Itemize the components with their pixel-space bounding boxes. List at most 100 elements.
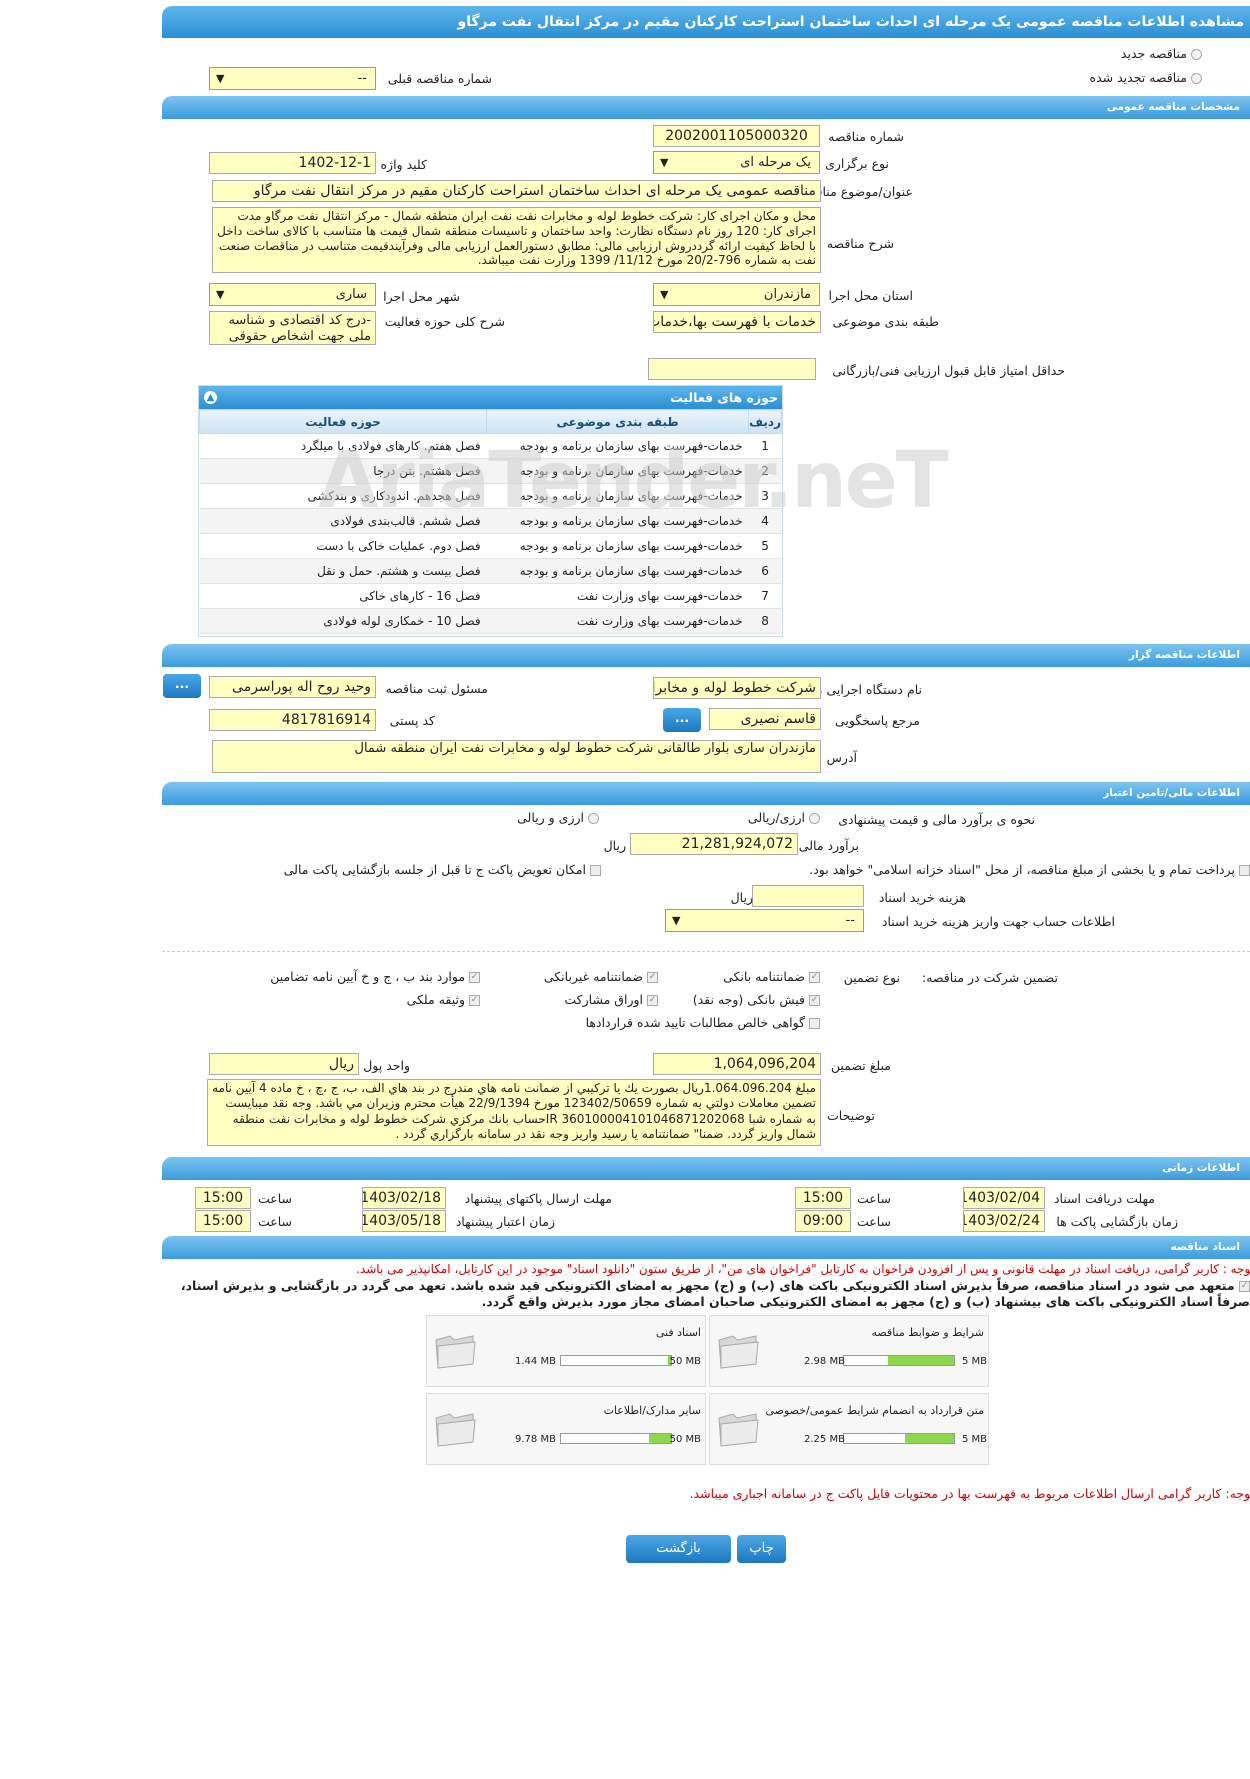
time-label: ساعت [856, 1191, 891, 1206]
swap-checkbox[interactable] [590, 865, 601, 876]
progress-fill [904, 1434, 954, 1443]
keyword-label: کلید واژه [380, 157, 428, 172]
min-score-label: حداقل امتیاز قابل قبول ارزیابی فنی/بازرگ… [832, 363, 1065, 378]
doc-card-technical[interactable]: اسناد فنی 50 MB 1.44 MB [426, 1315, 706, 1387]
max-size: 5 MB [961, 1434, 987, 1445]
guarantee-amount-label: مبلغ تضمین [830, 1058, 891, 1073]
prev-number-select[interactable]: -- ▼ [209, 67, 376, 90]
finance-section-header: اطلاعات مالی/تامین اعتبار [162, 782, 1250, 805]
used-size: 2.98 MB [804, 1356, 845, 1367]
address-label: آدرس [826, 750, 857, 765]
city-label: شهر محل اجرا [383, 289, 460, 304]
method-radio-1[interactable] [809, 813, 820, 824]
collapse-icon[interactable]: ▲ [204, 391, 217, 404]
prev-number-label: شماره مناقصه قبلی [387, 71, 492, 86]
chevron-down-icon: ▼ [216, 288, 225, 301]
checkbox-icon: ✓ [469, 995, 480, 1006]
method-option-2[interactable]: ارزی و ریالی [517, 810, 599, 825]
commitment: ✓ متعهد می شود در اسناد مناقصه، صرفاً بذ… [180, 1278, 1250, 1309]
open-date: 1403/02/24 [963, 1210, 1045, 1232]
doc-card-contract[interactable]: متن قرارداد به انضمام شرایط عمومی/خصوصی … [709, 1393, 989, 1465]
general-section-header: مشخصات مناقصه عمومی [162, 96, 1250, 119]
checkbox-icon: ✓ [647, 995, 658, 1006]
estimate-field: 21,281,924,072 [630, 833, 798, 855]
chevron-down-icon: ▼ [216, 72, 225, 85]
doc-cost-field [752, 885, 864, 907]
postal-label: کد پستی [389, 713, 435, 728]
org-field: شرکت خطوط لوله و مخابرات [653, 677, 821, 699]
registrar-label: مسئول ثبت مناقصه [385, 681, 488, 696]
guarantee-claims: گواهی خالص مطالبات تایید شده قراردادها [586, 1015, 820, 1030]
checkbox-icon: ✓ [809, 972, 820, 983]
guarantee-amount-field: 1,064,096,204 [653, 1053, 821, 1075]
new-tender-radio[interactable] [1191, 49, 1202, 60]
guarantee-unit-label: واحد پول [363, 1058, 410, 1073]
doc-card-other[interactable]: سایر مدارک/اطلاعات 50 MB 9.78 MB [426, 1393, 706, 1465]
upload-progress [560, 1433, 672, 1444]
checkbox-icon: ✓ [809, 995, 820, 1006]
guarantee-unit-field: ریال [209, 1053, 359, 1075]
doc-receive-label: مهلت دریافت اسناد [1053, 1191, 1155, 1206]
checkbox-icon [809, 1018, 820, 1029]
renewed-tender-option[interactable]: مناقصه تجدید شده [1090, 70, 1202, 85]
print-button[interactable]: چاپ [737, 1535, 786, 1563]
category-field: خدمات با فهرست بها،خدمات [653, 311, 821, 333]
row-activity: فصل دوم. عملیات خاکی با دست [199, 533, 487, 559]
valid-label: زمان اعتبار پیشنهاد [455, 1214, 555, 1229]
folder-icon [718, 1335, 759, 1369]
doc-cost-label: هزینه خرید اسناد [878, 890, 966, 905]
col-activity: حوزه فعالیت [198, 409, 488, 434]
notes-field: مبلغ 1.064.096.204ریال بصورت يك يا تركيب… [207, 1079, 821, 1146]
doc-cost-unit: ریال [730, 890, 753, 905]
open-label: زمان بازگشایی پاکت ها [1056, 1214, 1178, 1229]
checkbox-icon: ✓ [469, 972, 480, 983]
doc-card-title: متن قرارداد به انضمام شرایط عمومی/خصوصی [765, 1404, 984, 1417]
contact-lookup-button[interactable]: ... [663, 708, 701, 732]
category-label: طبقه بندی موضوعی [832, 314, 939, 329]
chevron-down-icon: ▼ [672, 914, 681, 927]
guarantee-nonbank: ✓ ضمانتنامه غیربانکی [543, 969, 658, 984]
activity-desc-field: -درج کد اقتصادی و شناسه ملی جهت اشخاص حق… [209, 311, 376, 345]
registrar-lookup-button[interactable]: ... [163, 674, 201, 698]
doc-card-terms[interactable]: شرایط و ضوابط مناقصه 5 MB 2.98 MB [709, 1315, 989, 1387]
max-size: 5 MB [961, 1356, 987, 1367]
method-radio-2[interactable] [588, 813, 599, 824]
postal-field: 4817816914 [209, 709, 376, 731]
table-row: 5 خدمات-فهرست بهای سازمان برنامه و بودجه ف… [199, 533, 782, 559]
tender-number-label: شماره مناقصه [828, 129, 904, 144]
divider [162, 951, 1250, 952]
activities-panel-header: حوزه های فعالیت ▲ [199, 386, 782, 409]
upload-progress [843, 1355, 955, 1366]
back-button[interactable]: بازگشت [626, 1535, 731, 1563]
swap-option[interactable]: امکان تعویض پاکت ج تا قبل از جلسه بازگشا… [284, 862, 601, 877]
method-option-1[interactable]: ارزی/ریالی [748, 810, 820, 825]
treasury-checkbox[interactable] [1239, 865, 1250, 876]
used-size: 2.25 MB [804, 1434, 845, 1445]
row-activity: فصل 16 - کارهای خاکی [199, 583, 487, 609]
submit-time: 15:00 [195, 1187, 251, 1209]
new-tender-option[interactable]: مناقصه جدید [1121, 46, 1202, 61]
folder-icon [718, 1413, 759, 1447]
row-activity: فصل 10 - خمکاری لوله فولادی [199, 608, 487, 634]
renewed-tender-radio[interactable] [1191, 73, 1202, 84]
col-category: طبقه بندی موضوعی [486, 409, 750, 434]
max-size: 50 MB [669, 1434, 701, 1445]
doc-receive-date: 1403/02/04 [963, 1187, 1045, 1209]
province-select[interactable]: مازندران ▼ [653, 283, 820, 306]
guarantee-cash: ✓ فیش بانکی (وجه نقد) [692, 992, 820, 1007]
row-number: 8 [748, 608, 782, 634]
treasury-option[interactable]: پرداخت تمام و یا بخشی از مبلغ مناقصه، از… [809, 862, 1250, 877]
doc-card-title: سایر مدارک/اطلاعات [603, 1404, 701, 1417]
description-label: شرح مناقصه [826, 236, 894, 251]
account-label: اطلاعات حساب جهت واریز هزینه خرید اسناد [881, 914, 1115, 929]
account-select[interactable]: -- ▼ [665, 909, 864, 932]
estimate-currency: ریال [603, 838, 626, 853]
type-select[interactable]: یک مرحله ای ▼ [653, 151, 820, 174]
city-select[interactable]: ساری ▼ [209, 283, 376, 306]
col-row: ردیف [748, 409, 782, 434]
table-row: 6 خدمات-فهرست بهای سازمان برنامه و بودجه ف… [199, 558, 782, 584]
valid-time: 15:00 [195, 1210, 251, 1232]
progress-fill [649, 1434, 671, 1443]
contact-field: قاسم نصیری [709, 708, 821, 730]
method-label: نحوه ی برآورد مالی و قیمت پیشنهادی [838, 812, 1035, 827]
